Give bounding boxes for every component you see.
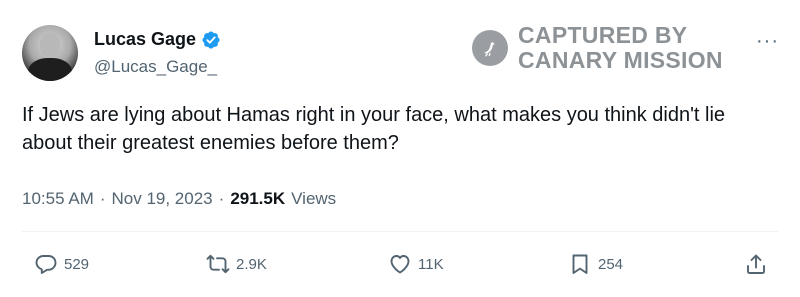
author-display-name[interactable]: Lucas Gage — [94, 29, 196, 50]
action-bar: 529 2.9K 11K 254 — [22, 252, 778, 280]
watermark-line2: CANARY MISSION — [518, 47, 723, 73]
author-name-row: Lucas Gage — [94, 29, 221, 50]
repost-button[interactable]: 2.9K — [206, 252, 267, 276]
tweet-meta: 10:55 AM · Nov 19, 2023 · 291.5K Views — [22, 189, 336, 209]
author-block: Lucas Gage @Lucas_Gage_ — [94, 29, 221, 77]
watermark-text: CAPTURED BY CANARY MISSION — [518, 23, 723, 73]
meta-separator: · — [218, 189, 225, 208]
repost-arrows-icon — [206, 254, 230, 274]
bookmark-icon — [572, 254, 588, 274]
views-count: 291.5K — [230, 189, 286, 208]
avatar-head — [40, 33, 60, 57]
watermark-line1: CAPTURED BY — [518, 22, 688, 48]
author-handle[interactable]: @Lucas_Gage_ — [94, 57, 221, 77]
like-button[interactable]: 11K — [388, 252, 444, 276]
tweet-card: Lucas Gage @Lucas_Gage_ CAPTURED BY CANA… — [0, 0, 800, 297]
verified-badge-icon — [202, 30, 220, 49]
meta-separator: · — [99, 189, 106, 208]
avatar[interactable] — [22, 25, 78, 81]
reply-bubble-icon — [35, 255, 57, 274]
share-upload-icon — [747, 254, 765, 274]
reply-count: 529 — [64, 255, 90, 273]
more-horizontal-icon[interactable]: ··· — [756, 30, 779, 53]
avatar-body — [28, 58, 72, 81]
divider — [22, 231, 778, 232]
tweet-date[interactable]: Nov 19, 2023 — [112, 189, 213, 209]
canary-mission-watermark: CAPTURED BY CANARY MISSION — [472, 23, 723, 73]
tweet-time[interactable]: 10:55 AM — [22, 189, 94, 209]
repost-count: 2.9K — [236, 255, 267, 273]
reply-button[interactable]: 529 — [34, 252, 89, 276]
heart-icon — [390, 255, 410, 274]
views-label: Views — [291, 189, 337, 208]
share-button[interactable] — [744, 252, 768, 276]
canary-bird-icon — [472, 30, 508, 66]
bookmark-button[interactable]: 254 — [568, 252, 623, 276]
like-count: 11K — [418, 255, 444, 273]
bookmark-count: 254 — [598, 255, 624, 273]
tweet-text: If Jews are lying about Hamas right in y… — [22, 104, 726, 154]
